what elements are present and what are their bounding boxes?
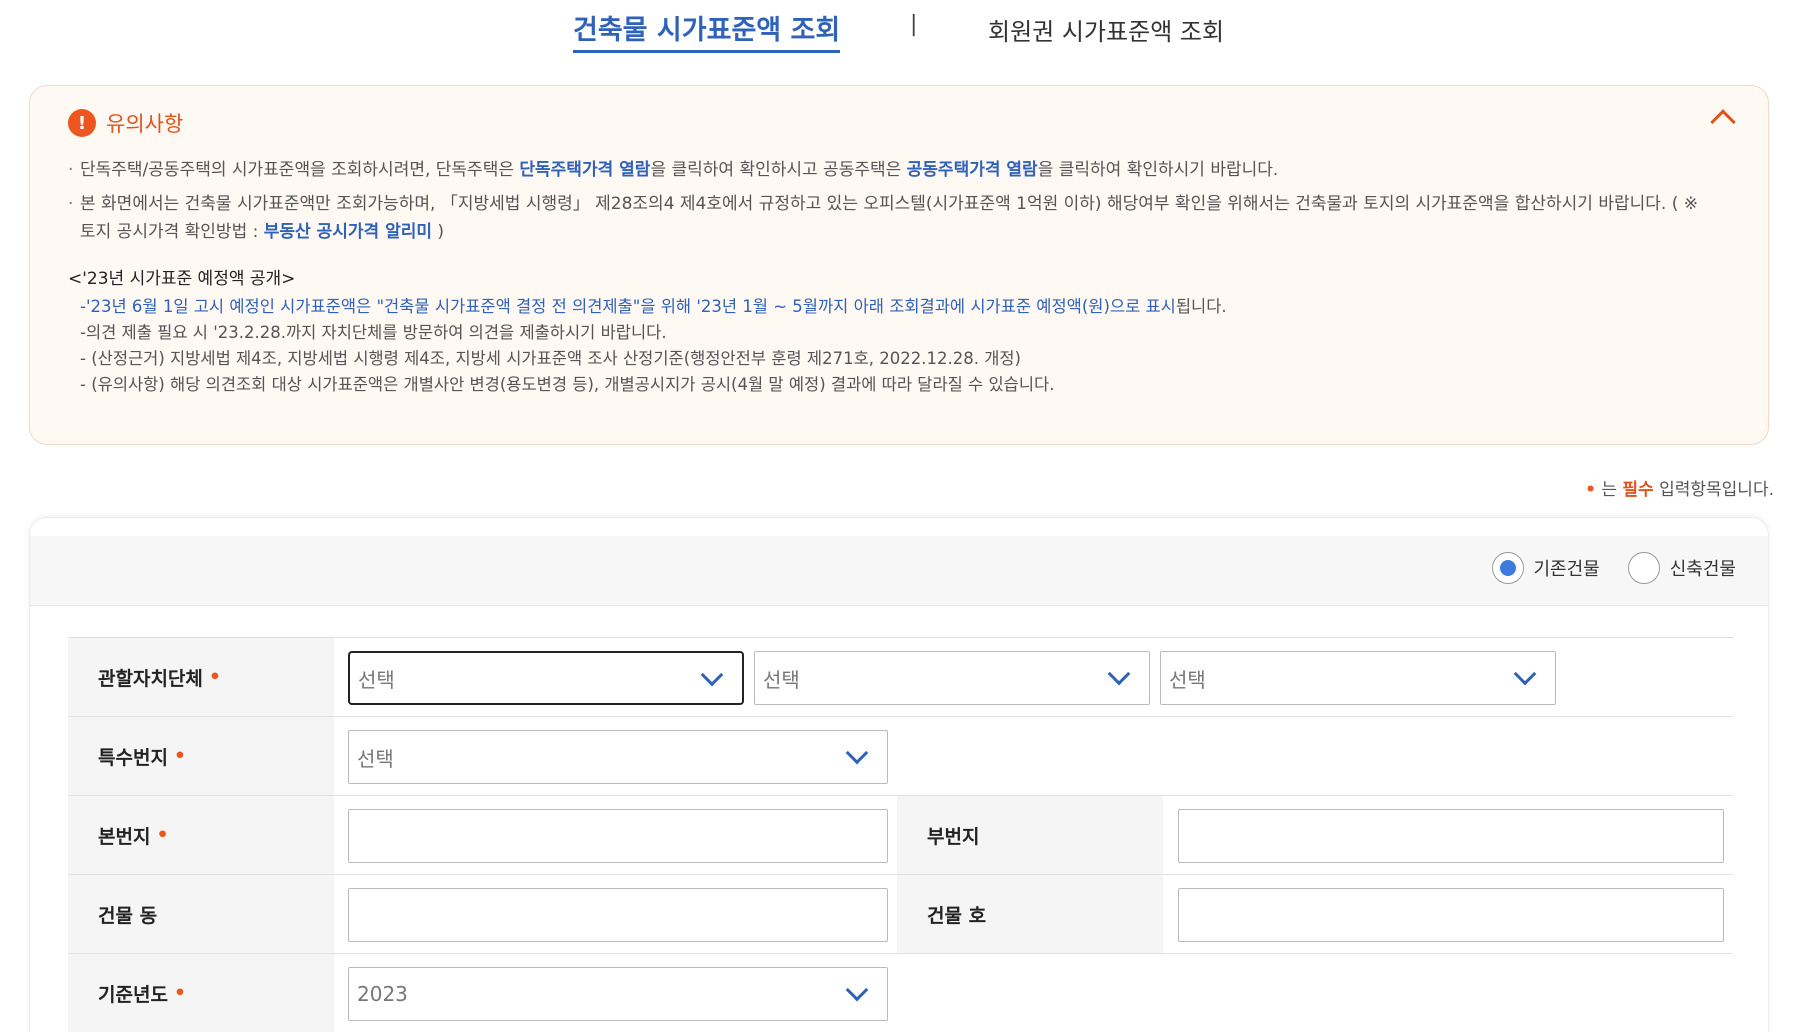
- required-hint: • 는 필수 입력항목입니다.: [1585, 480, 1774, 500]
- search-form-card: 기존건물 신축건물 관할자치단체 • 선택 선택 선택 특수번지 • 선택 본번…: [29, 517, 1769, 1032]
- notice-panel: ! 유의사항 · 단독주택/공동주택의 시가표준액을 조회하시려면, 단독주택은…: [29, 85, 1769, 445]
- building-dong-label: 건물 동: [68, 875, 334, 953]
- collapse-chevron-up-icon[interactable]: [1710, 109, 1736, 135]
- apartment-price-link[interactable]: 공동주택가격 열람: [907, 160, 1038, 180]
- preview-title: <'23년 시가표준 예정액 공개>: [68, 269, 296, 289]
- warning-icon: !: [68, 109, 96, 137]
- building-type-bar: 기존건물 신축건물: [30, 536, 1768, 606]
- building-dong-input[interactable]: [348, 888, 888, 942]
- form-row-lot-number: 본번지 • 부번지: [68, 796, 1733, 875]
- sub-lot-input[interactable]: [1178, 809, 1724, 863]
- radio-existing-building[interactable]: 기존건물: [1491, 552, 1600, 584]
- radio-new-building[interactable]: 신축건물: [1627, 552, 1736, 584]
- jurisdiction-select-2[interactable]: 선택: [754, 651, 1150, 705]
- form-row-base-year: 기준년도 • 2023: [68, 954, 1733, 1032]
- building-ho-label: 건물 호: [897, 875, 1163, 953]
- jurisdiction-label: 관할자치단체 •: [68, 638, 334, 716]
- tab-membership-price[interactable]: 회원권 시가표준액 조회: [988, 12, 1224, 47]
- preview-line: -'23년 6월 1일 고시 예정인 시가표준액은 "건축물 시가표준액 결정 …: [80, 297, 1227, 316]
- tab-building-price[interactable]: 건축물 시가표준액 조회: [573, 8, 841, 53]
- tab-separator: |: [910, 12, 918, 37]
- main-lot-input[interactable]: [348, 809, 888, 863]
- radio-unchecked-icon[interactable]: [1627, 552, 1660, 584]
- preview-line: - (산정근거) 지방세법 제4조, 지방세법 시행령 제4조, 지방세 시가표…: [80, 349, 1021, 368]
- notice-bullet: · 단독주택/공동주택의 시가표준액을 조회하시려면, 단독주택은 단독주택가격…: [68, 160, 1279, 180]
- notice-header: ! 유의사항: [68, 108, 183, 138]
- chevron-down-icon: [1513, 662, 1537, 686]
- building-type-radio-group: 기존건물 신축건물: [1464, 552, 1736, 584]
- radio-checked-icon[interactable]: [1491, 552, 1524, 584]
- chevron-down-icon: [700, 663, 724, 687]
- preview-lines: -'23년 6월 1일 고시 예정인 시가표준액은 "건축물 시가표준액 결정 …: [80, 294, 1680, 398]
- base-year-label: 기준년도 •: [68, 954, 334, 1032]
- building-ho-input[interactable]: [1178, 888, 1724, 942]
- sub-lot-label: 부번지: [897, 796, 1163, 874]
- main-lot-label: 본번지 •: [68, 796, 334, 874]
- special-lot-label: 특수번지 •: [68, 717, 334, 795]
- preview-line: - (유의사항) 해당 의견조회 대상 시가표준액은 개별사안 변경(용도변경 …: [80, 375, 1055, 394]
- notice-bullets: · 단독주택/공동주택의 시가표준액을 조회하시려면, 단독주택은 단독주택가격…: [68, 156, 1718, 252]
- tab-bar: 건축물 시가표준액 조회 | 회원권 시가표준액 조회: [0, 0, 1794, 60]
- chevron-down-icon: [1107, 662, 1131, 686]
- chevron-down-icon: [845, 741, 869, 765]
- form-row-jurisdiction: 관할자치단체 • 선택 선택 선택: [68, 638, 1733, 717]
- notice-bullet: · 본 화면에서는 건축물 시가표준액만 조회가능하며, 「지방세법 시행령」 …: [68, 194, 1698, 242]
- base-year-select[interactable]: 2023: [348, 967, 888, 1021]
- form-row-building-unit: 건물 동 건물 호: [68, 875, 1733, 954]
- realty-price-alimi-link[interactable]: 부동산 공시가격 알리미: [264, 222, 432, 242]
- chevron-down-icon: [845, 978, 869, 1002]
- special-lot-select[interactable]: 선택: [348, 730, 888, 784]
- house-price-link[interactable]: 단독주택가격 열람: [519, 160, 650, 180]
- jurisdiction-select-3[interactable]: 선택: [1160, 651, 1556, 705]
- form-row-special-lot: 특수번지 • 선택: [68, 717, 1733, 796]
- preview-line: -의견 제출 필요 시 '23.2.28.까지 자치단체를 방문하여 의견을 제…: [80, 323, 667, 342]
- jurisdiction-select-1[interactable]: 선택: [348, 651, 744, 705]
- notice-title: 유의사항: [106, 112, 184, 136]
- form-grid: 관할자치단체 • 선택 선택 선택 특수번지 • 선택 본번지 • 부번지 건물…: [68, 637, 1733, 1032]
